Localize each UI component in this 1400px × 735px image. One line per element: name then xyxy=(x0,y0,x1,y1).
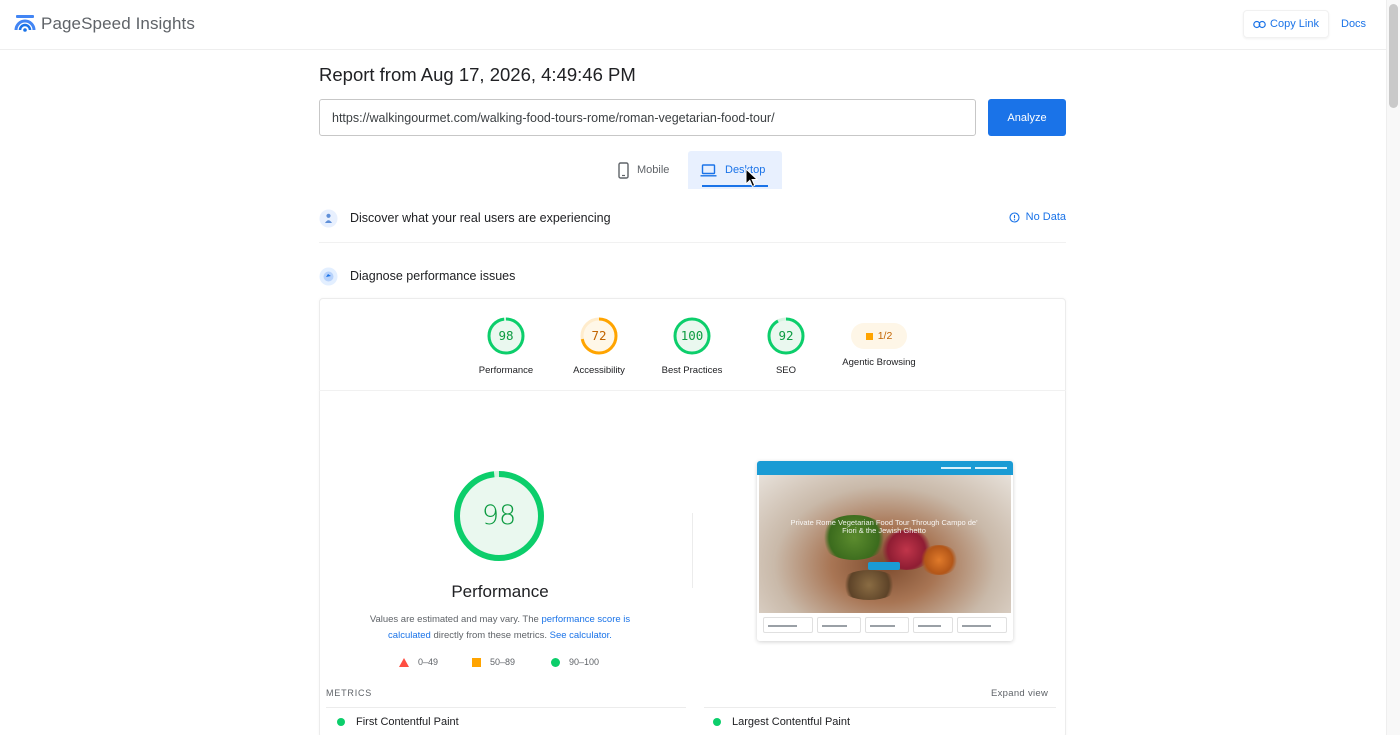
link-icon xyxy=(1253,20,1266,28)
performance-label: Performance xyxy=(451,582,549,601)
thumbnail-hero-text: Private Rome Vegetarian Food Tour Throug… xyxy=(790,518,978,535)
legend-average: 50–89 xyxy=(472,657,515,667)
gauge-score: 1/2 xyxy=(877,330,893,342)
metrics-divider xyxy=(704,707,1056,708)
analyze-button[interactable]: Analyze xyxy=(988,99,1066,136)
no-data-label: No Data xyxy=(1025,211,1066,223)
thumbnail-cta-button xyxy=(868,562,900,570)
section-divider xyxy=(319,242,1066,243)
gauge-label: SEO xyxy=(775,365,797,376)
gauge-label: Best Practices xyxy=(661,365,723,376)
metrics-heading: METRICS xyxy=(326,688,373,698)
gauge-best-practices[interactable]: 100 Best Practices xyxy=(642,316,742,376)
performance-score: 98 xyxy=(481,500,517,531)
thumbnail-header-bar xyxy=(757,461,1013,475)
legend-pass-label: 90–100 xyxy=(569,657,600,667)
field-data-title: Discover what your real users are experi… xyxy=(350,211,611,225)
legend-pass: 90–100 xyxy=(551,657,599,667)
copy-link-button[interactable]: Copy Link xyxy=(1243,10,1329,38)
field-data-section: Discover what your real users are experi… xyxy=(319,203,1066,233)
expand-view-button[interactable]: Expand view xyxy=(991,688,1048,699)
page-screenshot-thumbnail: Private Rome Vegetarian Food Tour Throug… xyxy=(757,461,1013,641)
metrics-divider xyxy=(326,707,686,708)
report-title: Report from Aug 17, 2026, 4:49:46 PM xyxy=(319,64,636,85)
no-data-link[interactable]: No Data xyxy=(1009,211,1066,223)
metric-fcp: First Contentful Paint xyxy=(337,716,459,728)
gauge-score: 98 xyxy=(498,328,514,343)
phone-icon xyxy=(618,161,629,179)
thumbnail-info-bar xyxy=(757,613,1013,641)
diagnose-section: Diagnose performance issues xyxy=(319,261,1066,291)
gauge-label: Performance xyxy=(478,365,534,376)
pass-circle-icon xyxy=(551,657,560,667)
gauge-seo[interactable]: 92 SEO xyxy=(736,316,836,376)
tab-mobile[interactable]: Mobile xyxy=(608,151,688,189)
laptop-icon xyxy=(700,163,717,177)
diagnose-title: Diagnose performance issues xyxy=(350,269,516,283)
page-scrollbar[interactable] xyxy=(1386,0,1400,735)
gauge-score: 92 xyxy=(778,328,794,343)
agentic-score-pill: 1/2 xyxy=(851,323,907,349)
tab-desktop[interactable]: Desktop xyxy=(688,151,782,189)
average-square-icon xyxy=(472,657,481,667)
brand-title[interactable]: PageSpeed Insights xyxy=(41,14,195,34)
scrollbar-thumb[interactable] xyxy=(1389,4,1398,108)
mouse-cursor-icon xyxy=(745,168,759,188)
pagespeed-logo-icon[interactable] xyxy=(14,13,36,35)
info-icon xyxy=(1009,211,1020,223)
users-icon xyxy=(319,209,338,227)
legend-fail-label: 0–49 xyxy=(418,657,439,667)
note-text: directly from these metrics. xyxy=(430,629,550,641)
thumbnail-hero-image: Private Rome Vegetarian Food Tour Throug… xyxy=(759,475,1011,613)
average-square-icon xyxy=(865,332,873,340)
legend-average-label: 50–89 xyxy=(490,657,516,667)
pass-circle-icon xyxy=(713,718,721,726)
lab-diagnose-icon xyxy=(319,267,338,285)
gauge-performance[interactable]: 98 Performance xyxy=(456,316,556,376)
pass-circle-icon xyxy=(337,718,345,726)
see-calculator-link[interactable]: See calculator. xyxy=(550,630,612,641)
performance-note: Values are estimated and may vary. The p… xyxy=(355,612,645,643)
url-input[interactable] xyxy=(319,99,976,136)
vertical-separator xyxy=(692,513,693,588)
tab-mobile-label: Mobile xyxy=(637,164,670,176)
metric-lcp: Largest Contentful Paint xyxy=(713,716,850,728)
docs-link[interactable]: Docs xyxy=(1341,18,1366,30)
gauge-label: Accessibility xyxy=(573,365,625,376)
copy-link-label: Copy Link xyxy=(1270,18,1319,30)
card-divider xyxy=(319,390,1066,391)
fail-triangle-icon xyxy=(399,657,409,667)
metric-label: Largest Contentful Paint xyxy=(732,716,851,728)
gauge-accessibility[interactable]: 72 Accessibility xyxy=(549,316,649,376)
note-text: Values are estimated and may vary. The xyxy=(369,614,542,625)
gauge-score: 72 xyxy=(591,328,607,343)
gauge-label: Agentic Browsing xyxy=(842,357,916,368)
top-bar: PageSpeed Insights Copy Link Docs xyxy=(0,0,1386,50)
gauge-score: 100 xyxy=(680,328,704,343)
gauge-agentic-browsing[interactable]: 1/2 Agentic Browsing xyxy=(829,316,929,368)
legend-fail: 0–49 xyxy=(399,657,438,667)
metric-label: First Contentful Paint xyxy=(356,716,459,728)
